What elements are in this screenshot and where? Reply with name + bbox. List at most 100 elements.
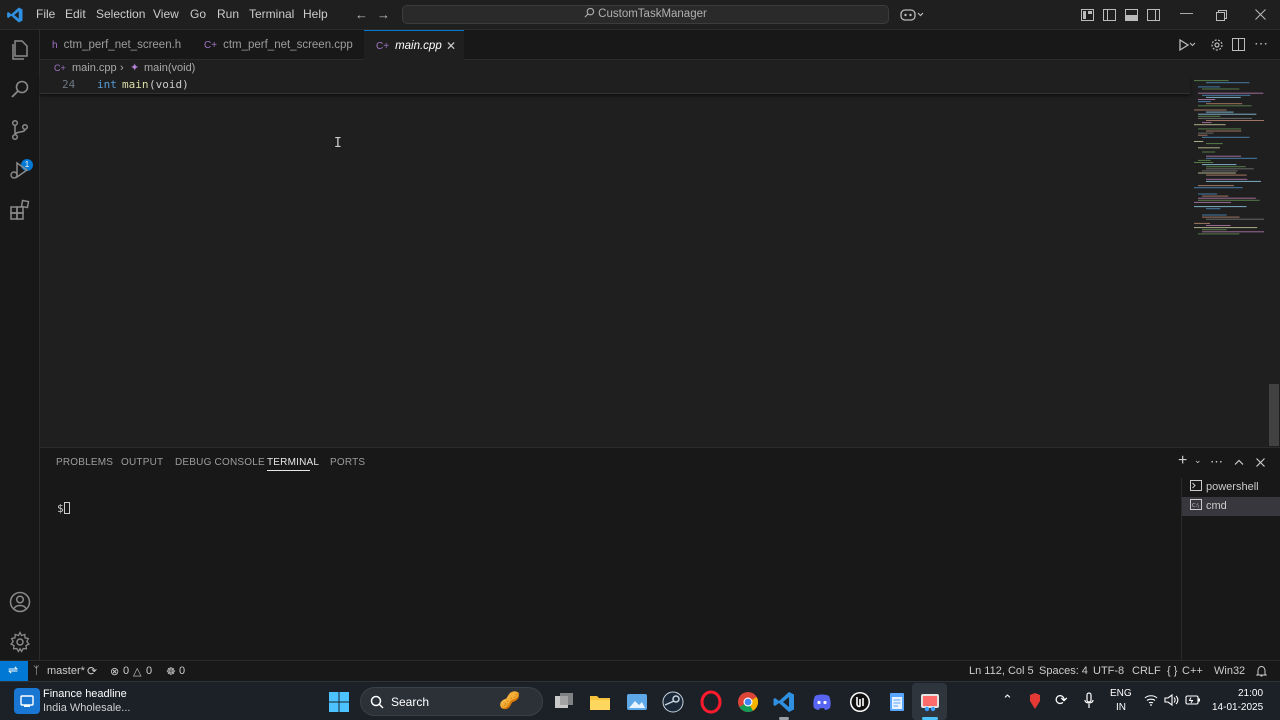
sticky-scroll-line[interactable]: 24 int main (void): [40, 76, 1190, 94]
snipping-tool-icon[interactable]: [918, 690, 942, 714]
show-hidden-icons-chevron-icon[interactable]: ⌃: [1002, 692, 1013, 708]
encoding[interactable]: UTF-8: [1093, 665, 1124, 677]
tab-ports[interactable]: PORTS: [330, 457, 365, 468]
ports-count[interactable]: 0: [179, 665, 185, 677]
breadcrumb-file[interactable]: main.cpp: [72, 60, 117, 76]
clock-date[interactable]: 14-01-2025: [1212, 702, 1263, 713]
menu-file[interactable]: File: [36, 7, 55, 21]
more-actions-icon[interactable]: ⋯: [1210, 454, 1223, 470]
search-icon[interactable]: [8, 78, 32, 102]
source-control-icon[interactable]: [8, 118, 32, 142]
vscode-logo-icon[interactable]: [6, 6, 24, 24]
terminal-item-powershell[interactable]: powershell: [1182, 478, 1280, 497]
clock-time[interactable]: 21:00: [1238, 688, 1263, 699]
toggle-secondary-sidebar-icon[interactable]: [1147, 9, 1160, 21]
split-editor-icon[interactable]: [1232, 38, 1245, 51]
task-view-icon[interactable]: [552, 690, 576, 714]
vscode-taskbar-icon[interactable]: [772, 690, 796, 714]
account-icon[interactable]: [8, 590, 32, 614]
line-ending[interactable]: CRLF: [1132, 665, 1161, 677]
tab-terminal[interactable]: TERMINAL: [267, 457, 319, 468]
minimap-line: [1198, 115, 1221, 117]
gear-icon[interactable]: [8, 630, 32, 654]
command-center-search[interactable]: CustomTaskManager: [402, 5, 889, 24]
chrome-icon[interactable]: [736, 690, 760, 714]
tab-output[interactable]: OUTPUT: [121, 457, 163, 468]
tab-problems[interactable]: PROBLEMS: [56, 457, 113, 468]
close-window-icon[interactable]: [1255, 9, 1266, 20]
menu-view[interactable]: View: [153, 7, 179, 21]
microphone-icon[interactable]: [1083, 692, 1095, 710]
tab-ctm-perf-net-screen-h[interactable]: h ctm_perf_net_screen.h: [40, 30, 192, 60]
toggle-panel-icon[interactable]: [1125, 9, 1138, 21]
scrollbar-thumb[interactable]: [1269, 384, 1279, 446]
tab-debug-console[interactable]: DEBUG CONSOLE: [175, 457, 265, 468]
opera-icon[interactable]: [699, 690, 723, 714]
unreal-engine-icon[interactable]: [848, 690, 872, 714]
sync-icon[interactable]: ⟳: [87, 664, 97, 678]
extensions-icon[interactable]: [8, 198, 32, 222]
close-panel-icon[interactable]: [1256, 458, 1265, 467]
customize-layout-icon[interactable]: [1081, 9, 1094, 21]
maximize-panel-icon[interactable]: [1234, 459, 1244, 465]
chevron-down-icon[interactable]: ⌄: [1194, 455, 1202, 466]
menu-run[interactable]: Run: [217, 7, 239, 21]
menu-help[interactable]: Help: [303, 7, 328, 21]
taskbar-search-box[interactable]: Search 🥜: [360, 687, 543, 716]
windows-start-icon[interactable]: [327, 690, 351, 714]
editor-scrollbar[interactable]: [1268, 76, 1280, 446]
terminal-label: powershell: [1206, 481, 1259, 493]
error-count[interactable]: 0: [123, 665, 129, 677]
volume-icon[interactable]: [1164, 694, 1179, 706]
more-actions-icon[interactable]: ⋯: [1254, 35, 1268, 52]
photos-icon[interactable]: [625, 690, 649, 714]
back-arrow-icon[interactable]: ←: [355, 7, 368, 22]
wifi-icon[interactable]: [1144, 694, 1158, 706]
menu-edit[interactable]: Edit: [65, 7, 86, 21]
minimap-line: [1194, 141, 1204, 142]
code-editor[interactable]: 24 int main (void) I: [40, 76, 1190, 446]
tab-ctm-perf-net-screen-cpp[interactable]: C+ ctm_perf_net_screen.cpp: [192, 30, 364, 60]
run-debug-icon[interactable]: [8, 158, 32, 182]
update-sync-icon[interactable]: ⟳: [1055, 691, 1068, 709]
warning-count[interactable]: 0: [146, 665, 152, 677]
tab-main-cpp[interactable]: C+ main.cpp ✕: [364, 30, 464, 60]
language-bottom[interactable]: IN: [1116, 702, 1126, 713]
language-mode[interactable]: C++: [1182, 665, 1203, 677]
explorer-icon[interactable]: [8, 38, 32, 62]
widget-title[interactable]: Finance headline: [43, 688, 127, 700]
toggle-primary-sidebar-icon[interactable]: [1103, 9, 1116, 21]
battery-icon[interactable]: [1185, 694, 1201, 706]
menu-selection[interactable]: Selection: [96, 7, 145, 21]
indentation[interactable]: Spaces: 4: [1039, 665, 1088, 677]
notepad-icon[interactable]: [885, 690, 909, 714]
remote-indicator[interactable]: ⇌: [0, 661, 28, 681]
terminal-item-cmd[interactable]: C:\ cmd: [1182, 497, 1280, 516]
discord-icon[interactable]: [810, 690, 834, 714]
terminal-prompt[interactable]: $: [57, 502, 70, 515]
security-shield-icon[interactable]: [1028, 692, 1042, 710]
stock-widget-icon[interactable]: [14, 688, 40, 714]
close-tab-icon[interactable]: ✕: [446, 31, 456, 61]
menu-go[interactable]: Go: [190, 7, 206, 21]
notifications-icon[interactable]: [1256, 665, 1267, 677]
platform[interactable]: Win32: [1214, 665, 1245, 677]
branch-name[interactable]: master*: [47, 665, 85, 677]
breadcrumb-symbol[interactable]: main(void): [144, 60, 195, 76]
minimap[interactable]: [1190, 76, 1268, 446]
run-code-icon[interactable]: [1178, 38, 1196, 52]
menu-terminal[interactable]: Terminal: [249, 7, 294, 21]
file-explorer-icon[interactable]: [588, 690, 612, 714]
forward-arrow-icon[interactable]: →: [377, 7, 390, 22]
minimize-icon[interactable]: —: [1180, 5, 1193, 20]
language-top[interactable]: ENG: [1110, 688, 1132, 699]
minimap-line: [1206, 174, 1247, 176]
cpp-file-icon: C+: [54, 63, 66, 73]
steam-icon[interactable]: [661, 690, 685, 714]
new-terminal-icon[interactable]: +: [1178, 452, 1187, 470]
cursor-position[interactable]: Ln 112, Col 5: [969, 665, 1034, 677]
restore-icon[interactable]: [1216, 10, 1227, 21]
widget-subtitle[interactable]: India Wholesale...: [43, 702, 130, 714]
settings-icon[interactable]: [1210, 38, 1224, 52]
copilot-icon[interactable]: [900, 7, 924, 23]
